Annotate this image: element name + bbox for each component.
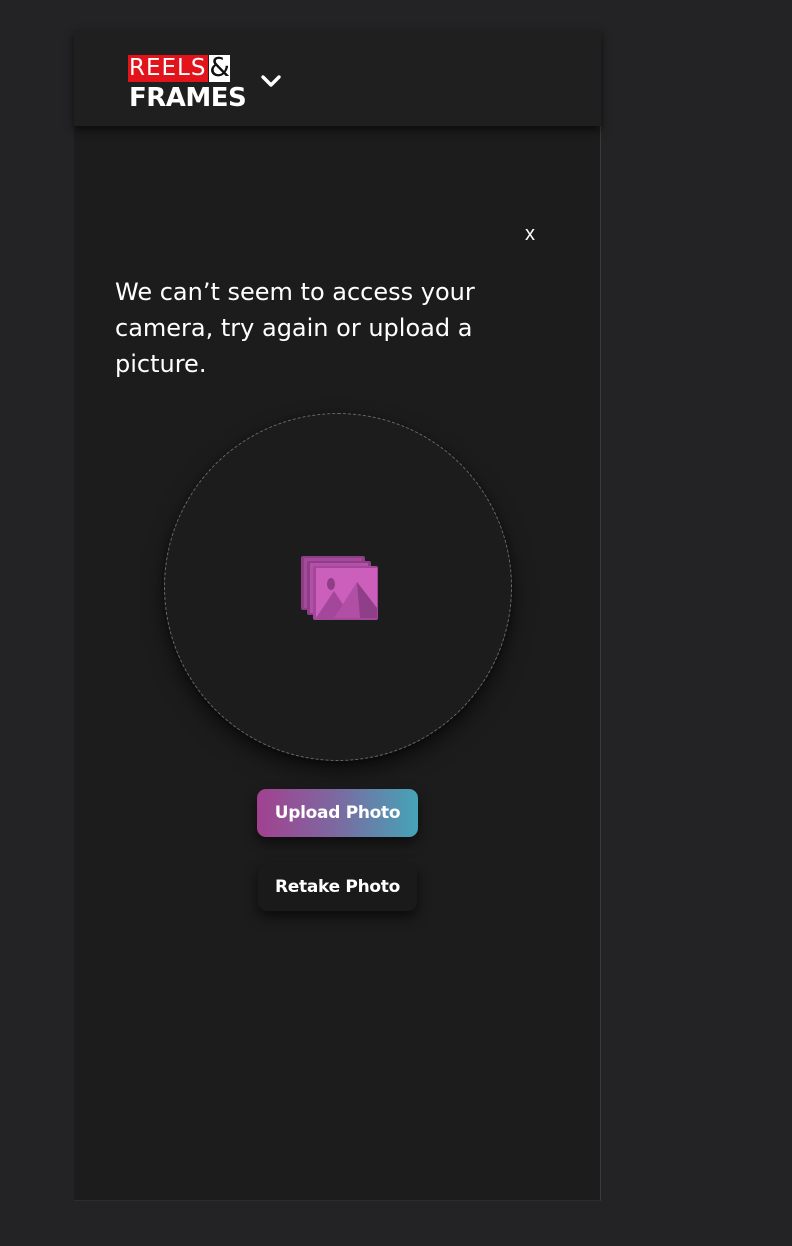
logo-frames-text: FRAMES [129,83,247,113]
logo-reels-text: REELS [128,55,209,82]
header: REELS & FRAMES [74,30,601,126]
upload-photo-button[interactable]: Upload Photo [257,789,418,837]
retake-photo-button[interactable]: Retake Photo [258,863,417,911]
close-button[interactable]: x [520,219,540,249]
reels-and-frames-logo[interactable]: REELS & FRAMES [128,55,247,113]
photo-placeholder-circle[interactable] [164,413,512,761]
camera-error-message: We can’t seem to access your camera, try… [115,278,475,378]
app-panel: REELS & FRAMES x We can’t seem to access… [74,30,601,1201]
chevron-down-icon[interactable] [260,70,282,92]
logo-ampersand: & [209,53,230,83]
gallery-icon [300,555,380,621]
logo-top-row: REELS & [128,55,230,82]
